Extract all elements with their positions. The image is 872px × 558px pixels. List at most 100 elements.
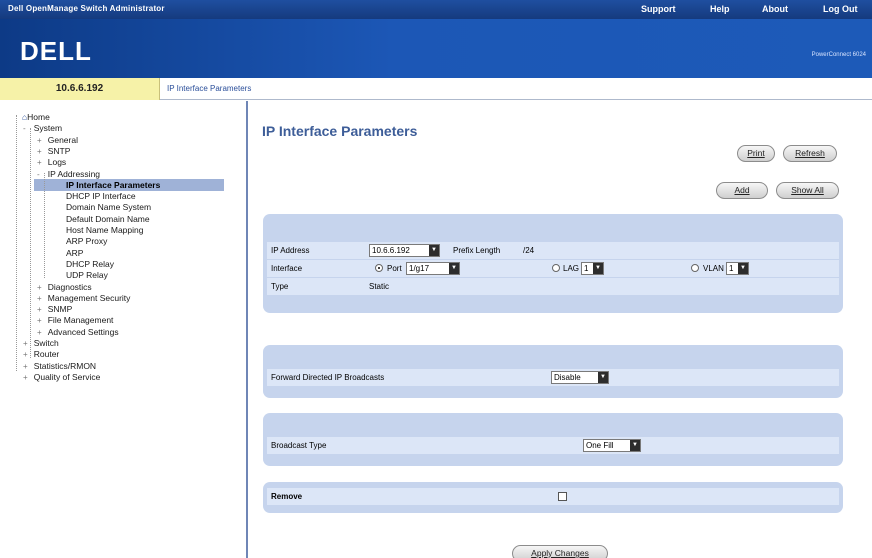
- broadcast-type-select[interactable]: One Fill ▼: [583, 439, 641, 452]
- tree-item-label: System: [33, 123, 63, 134]
- product-name: PowerConnect 6024: [811, 52, 866, 58]
- tree-item[interactable]: + SNMP: [37, 303, 72, 315]
- tree-item-label: Quality of Service: [33, 371, 101, 382]
- ip-address-value: 10.6.6.192: [372, 246, 410, 255]
- tree-item[interactable]: - System: [23, 122, 62, 134]
- collapse-icon[interactable]: -: [23, 123, 29, 135]
- type-label: Type: [271, 282, 289, 291]
- vlan-radio[interactable]: [691, 264, 699, 272]
- ip-address-row: IP Address 10.6.6.192 ▼ Prefix Length /2…: [267, 242, 839, 259]
- print-button[interactable]: Print: [737, 145, 775, 162]
- interface-label: Interface: [271, 264, 303, 273]
- port-value: 1/g17: [409, 264, 430, 273]
- expand-icon[interactable]: +: [23, 372, 29, 384]
- tree-item[interactable]: - IP Addressing: [37, 168, 100, 180]
- vlan-select[interactable]: 1 ▼: [726, 262, 749, 275]
- tree-item-label: General: [47, 134, 78, 145]
- broadcast-type-panel: Broadcast Type One Fill ▼: [263, 413, 843, 466]
- tree-item[interactable]: + File Management: [37, 314, 113, 326]
- show-all-button[interactable]: Show All: [776, 182, 839, 199]
- broadcast-type-label: Broadcast Type: [271, 441, 327, 450]
- tree-item-label: Host Name Mapping: [66, 225, 144, 235]
- device-ip: 10.6.6.192: [0, 78, 160, 100]
- tree-item-label: IP Interface Parameters: [66, 179, 161, 190]
- ip-address-select[interactable]: 10.6.6.192 ▼: [369, 244, 440, 257]
- remove-checkbox[interactable]: [558, 492, 567, 501]
- vlan-value: 1: [729, 264, 734, 273]
- tree-guide-line: [44, 173, 45, 278]
- prefix-length-label: Prefix Length: [453, 246, 501, 255]
- lag-select[interactable]: 1 ▼: [581, 262, 604, 275]
- forward-broadcasts-select[interactable]: Disable ▼: [551, 371, 609, 384]
- refresh-button[interactable]: Refresh: [783, 145, 837, 162]
- tree-item[interactable]: DHCP IP Interface: [66, 190, 136, 202]
- tree-item-label: Statistics/RMON: [33, 360, 97, 371]
- tree-item-label: Switch: [33, 338, 59, 348]
- remove-panel: Remove: [263, 482, 843, 513]
- dell-logo: DELL: [20, 36, 92, 66]
- top-bar: Dell OpenManage Switch Administrator Sup…: [0, 0, 872, 19]
- ip-interface-panel: IP Address 10.6.6.192 ▼ Prefix Length /2…: [263, 214, 843, 313]
- add-button[interactable]: Add: [716, 182, 768, 199]
- broadcast-type-row: Broadcast Type One Fill ▼: [267, 437, 839, 454]
- tree-item[interactable]: + Router: [23, 348, 59, 360]
- tree-item[interactable]: ⌂Home: [22, 111, 50, 123]
- port-select[interactable]: 1/g17 ▼: [406, 262, 460, 275]
- tree-guide-line: [30, 128, 31, 358]
- tree-item[interactable]: Domain Name System: [66, 201, 151, 213]
- apply-changes-button[interactable]: Apply Changes: [512, 545, 608, 558]
- tree-item-label: Home: [27, 112, 50, 122]
- dropdown-arrow-icon: ▼: [429, 245, 439, 256]
- tree-item[interactable]: + Statistics/RMON: [23, 360, 96, 372]
- forward-broadcasts-row: Forward Directed IP Broadcasts Disable ▼: [267, 369, 839, 386]
- tree-item[interactable]: ARP: [66, 247, 83, 259]
- tree-item[interactable]: + Quality of Service: [23, 371, 100, 383]
- tree-item-label: Domain Name System: [66, 202, 152, 213]
- tree-item-label: Logs: [47, 157, 67, 168]
- logout-link[interactable]: Log Out: [823, 4, 858, 14]
- broadcast-type-value: One Fill: [586, 441, 614, 450]
- header-banner: DELL PowerConnect 6024: [0, 19, 872, 78]
- tree-item[interactable]: Host Name Mapping: [66, 224, 143, 236]
- tree-item[interactable]: UDP Relay: [66, 269, 108, 281]
- interface-row: Interface Port 1/g17 ▼ LAG 1 ▼ VLAN 1 ▼: [267, 260, 839, 277]
- tree-item-label: Management Security: [47, 292, 131, 303]
- breadcrumb[interactable]: IP Interface Parameters: [167, 78, 251, 100]
- ip-bar: 10.6.6.192 IP Interface Parameters: [0, 78, 872, 100]
- ip-address-label: IP Address: [271, 246, 310, 255]
- tree-item[interactable]: + Diagnostics: [37, 281, 92, 293]
- forward-broadcasts-label: Forward Directed IP Broadcasts: [271, 373, 385, 382]
- remove-label: Remove: [271, 492, 303, 501]
- tree-item-label: Router: [33, 349, 60, 360]
- vlan-label: VLAN: [703, 264, 724, 273]
- forward-broadcasts-value: Disable: [554, 373, 581, 382]
- tree-item-label: DHCP IP Interface: [66, 191, 136, 202]
- tree-item[interactable]: + General: [37, 134, 78, 146]
- tree-item-label: IP Addressing: [47, 168, 101, 179]
- tree-item[interactable]: ARP Proxy: [66, 235, 107, 247]
- dropdown-arrow-icon: ▼: [630, 440, 640, 451]
- support-link[interactable]: Support: [641, 4, 676, 14]
- tree-item[interactable]: + Switch: [23, 337, 59, 349]
- tree-item-label: DHCP Relay: [66, 258, 115, 269]
- tree-item[interactable]: IP Interface Parameters: [34, 178, 224, 191]
- tree-item[interactable]: + Advanced Settings: [37, 326, 119, 338]
- tree-item-label: Diagnostics: [47, 281, 92, 292]
- port-radio[interactable]: [375, 264, 383, 272]
- tree-item-label: File Management: [47, 315, 114, 326]
- dropdown-arrow-icon: ▼: [738, 263, 748, 274]
- about-link[interactable]: About: [762, 4, 788, 14]
- tree-item-label: ARP: [66, 247, 84, 258]
- tree-item[interactable]: Default Domain Name: [66, 213, 150, 225]
- tree-item-label: UDP Relay: [66, 270, 108, 281]
- tree-item[interactable]: + Logs: [37, 156, 66, 168]
- type-row: Type Static: [267, 278, 839, 295]
- lag-radio[interactable]: [552, 264, 560, 272]
- type-value: Static: [369, 282, 390, 291]
- prefix-length-value: /24: [523, 246, 535, 255]
- tree-item[interactable]: DHCP Relay: [66, 258, 114, 270]
- tree-item-label: ARP Proxy: [66, 236, 108, 247]
- tree-item[interactable]: + Management Security: [37, 292, 130, 304]
- help-link[interactable]: Help: [710, 4, 730, 14]
- tree-item[interactable]: + SNTP: [37, 145, 70, 157]
